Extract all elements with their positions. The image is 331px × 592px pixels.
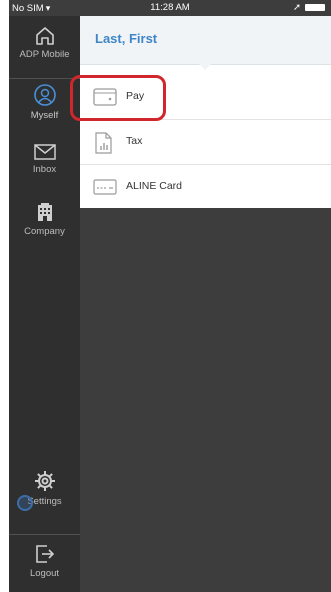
- panel-title[interactable]: Last, First: [95, 31, 157, 46]
- sidebar-item-label: Myself: [31, 110, 58, 121]
- home-icon: [34, 26, 56, 46]
- status-time: 11:28 AM: [9, 0, 331, 16]
- sidebar-item-adp-mobile[interactable]: ADP Mobile: [9, 26, 80, 60]
- sidebar-item-label: Company: [24, 226, 65, 237]
- panel-caret: [199, 64, 211, 70]
- person-icon: [33, 83, 57, 107]
- sidebar-item-company[interactable]: Company: [9, 201, 80, 237]
- gear-icon: [33, 469, 57, 493]
- status-bar: No SIM▾ 11:28 AM ➚: [9, 0, 331, 16]
- assistive-touch-icon[interactable]: [17, 495, 33, 511]
- location-icon: ➚: [293, 2, 301, 13]
- menu-item-tax[interactable]: Tax: [80, 120, 331, 165]
- logout-icon: [33, 543, 57, 565]
- sidebar-item-label: ADP Mobile: [20, 49, 70, 60]
- building-icon: [34, 201, 56, 223]
- sidebar-item-label: Inbox: [33, 164, 56, 175]
- sidebar-item-logout[interactable]: Logout: [9, 543, 80, 579]
- sidebar-divider: [9, 534, 80, 535]
- menu-item-aline-card[interactable]: ALINE Card: [80, 165, 331, 209]
- envelope-icon: [33, 143, 57, 161]
- sidebar-divider: [9, 78, 80, 79]
- status-icons: ➚: [293, 0, 325, 16]
- sidebar-item-label: Logout: [30, 568, 59, 579]
- menu-item-label: ALINE Card: [126, 180, 182, 192]
- pay-highlight-annotation: [70, 75, 166, 121]
- panel-header: Last, First: [80, 16, 331, 65]
- battery-icon: [305, 4, 325, 11]
- sidebar-item-inbox[interactable]: Inbox: [9, 143, 80, 175]
- tax-document-icon: [93, 132, 113, 154]
- app-screen: No SIM▾ 11:28 AM ➚ ADP Mobile Myself: [9, 0, 331, 592]
- menu-item-label: Tax: [126, 135, 142, 147]
- card-icon: [93, 177, 117, 197]
